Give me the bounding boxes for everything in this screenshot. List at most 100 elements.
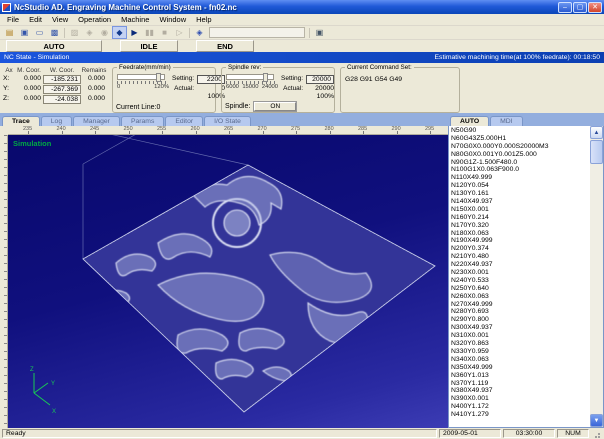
gcode-line[interactable]: N140X49.937 [451, 198, 589, 206]
gcode-line[interactable]: N210Y0.480 [451, 253, 589, 261]
ruler-tick [430, 131, 431, 134]
start-icon[interactable]: ▶ [127, 26, 142, 39]
work-coord-value[interactable]: -185.231 [43, 75, 81, 84]
status-num: NUM [557, 429, 589, 438]
feedrate-scale-min: 0 [117, 84, 120, 90]
scroll-thumb[interactable] [590, 140, 603, 164]
tab-i-o-state[interactable]: I/O State [204, 116, 251, 126]
gcode-line[interactable]: N230X0.001 [451, 269, 589, 277]
machine-coord-value: 0.000 [15, 75, 43, 84]
gcode-line[interactable]: N320Y0.863 [451, 340, 589, 348]
gcode-line[interactable]: N110X49.999 [451, 174, 589, 182]
gcode-line[interactable]: N300X49.937 [451, 324, 589, 332]
scroll-up-button[interactable]: ▲ [590, 126, 603, 139]
feedrate-slider[interactable] [117, 74, 165, 80]
wireframe-plot: Z Y X [8, 135, 448, 428]
cascade-windows-icon[interactable]: ▩ [47, 26, 62, 39]
help-topic-icon[interactable]: ▣ [312, 26, 327, 39]
menu-item-view[interactable]: View [47, 15, 73, 24]
menu-item-operation[interactable]: Operation [73, 15, 116, 24]
gcode-line[interactable]: N410Y1.279 [451, 411, 589, 419]
spindle-slider[interactable] [226, 74, 274, 80]
minimize-button[interactable]: – [558, 2, 572, 13]
tab-editor[interactable]: Editor [165, 116, 203, 126]
spindle-scale-label: 6000 [226, 84, 239, 90]
coordinate-panel: AxM. Coor.W. Coor.RemainsX:0.000-185.231… [3, 67, 107, 104]
menu-item-window[interactable]: Window [154, 15, 191, 24]
gcode-line[interactable]: N220X49.937 [451, 261, 589, 269]
gcode-line[interactable]: N260X0.063 [451, 293, 589, 301]
line-number-input[interactable] [209, 27, 305, 38]
gcode-line[interactable]: N390X0.001 [451, 395, 589, 403]
tab-log[interactable]: Log [41, 116, 72, 126]
gcode-line[interactable]: N160Y0.214 [451, 214, 589, 222]
simulation-label: Simulation [13, 139, 51, 148]
tile-windows-icon[interactable]: ▭ [32, 26, 47, 39]
close-button[interactable]: ✕ [588, 2, 602, 13]
gcode-line[interactable]: N360Y1.013 [451, 372, 589, 380]
tab-auto[interactable]: AUTO [450, 116, 489, 126]
gcode-line[interactable]: N130Y0.161 [451, 190, 589, 198]
nc-state-text: NC State - Simulation [4, 54, 69, 61]
tab-mdi[interactable]: MDI [490, 116, 522, 126]
machining-time-text: Estimative machining time(at 100% feedra… [435, 54, 600, 61]
gcode-line[interactable]: N70G0X0.000Y0.000S20000M3 [451, 143, 589, 151]
gcode-line[interactable]: N190X49.999 [451, 237, 589, 245]
gcode-line[interactable]: N80G0X0.001Y0.001Z5.000 [451, 151, 589, 159]
gcode-scrollbar[interactable]: ▲ ▼ [590, 126, 603, 427]
spindle-setting-label: Setting: [281, 75, 303, 84]
menu-item-help[interactable]: Help [191, 15, 216, 24]
open-file-icon[interactable]: ▤ [2, 26, 17, 39]
gcode-line[interactable]: N180X0.063 [451, 230, 589, 238]
gcode-line[interactable]: N310X0.001 [451, 332, 589, 340]
gcode-line[interactable]: N350X49.999 [451, 364, 589, 372]
gcode-line[interactable]: N380X49.937 [451, 387, 589, 395]
gcode-line[interactable]: N200Y0.374 [451, 245, 589, 253]
gcode-line[interactable]: N330Y0.959 [451, 348, 589, 356]
gcode-line[interactable]: N50G90 [451, 127, 589, 135]
simulation-canvas[interactable]: Simulation [8, 135, 448, 428]
mode-button-auto[interactable]: AUTO [6, 40, 102, 52]
mode-button-end[interactable]: END [196, 40, 254, 52]
spindle-on-button[interactable]: ON [254, 102, 296, 111]
resize-grip[interactable] [591, 429, 602, 438]
coord-header: Remains [81, 67, 107, 74]
gcode-line[interactable]: N280Y0.693 [451, 308, 589, 316]
tab-trace[interactable]: Trace [2, 116, 40, 126]
work-coord-value[interactable]: -24.038 [43, 95, 81, 104]
gcode-line[interactable]: N90G1Z-1.500F480.0 [451, 159, 589, 167]
tab-manager[interactable]: Manager [73, 116, 120, 126]
gcode-line[interactable]: N60G43Z5.000H1 [451, 135, 589, 143]
gcode-line[interactable]: N290Y0.800 [451, 316, 589, 324]
ruler-tick [28, 131, 29, 134]
gcode-line[interactable]: N340X0.063 [451, 356, 589, 364]
scroll-down-button[interactable]: ▼ [590, 414, 603, 427]
gcode-line[interactable]: N120Y0.054 [451, 182, 589, 190]
simulation-mode-icon[interactable]: ◆ [112, 26, 127, 39]
tab-params[interactable]: Params [121, 116, 164, 126]
menu-item-edit[interactable]: Edit [24, 15, 47, 24]
gcode-line[interactable]: N370Y1.119 [451, 380, 589, 388]
command-set-title: Current Command Set: [345, 64, 414, 71]
gcode-line[interactable]: N270X49.999 [451, 301, 589, 309]
spindle-setting-value[interactable]: 20000 [306, 75, 334, 84]
gcode-line[interactable]: N170Y0.320 [451, 222, 589, 230]
axis-label: X: [3, 75, 15, 84]
goto-breakpoint-icon[interactable]: ◈ [192, 26, 207, 39]
ruler-tick [330, 131, 331, 134]
work-coord-value[interactable]: -267.369 [43, 85, 81, 94]
gcode-list[interactable]: N50G90N60G43Z5.000H1N70G0X0.000Y0.000S20… [451, 127, 589, 427]
menu-item-machine[interactable]: Machine [116, 15, 154, 24]
gcode-line[interactable]: N100G1X0.063F900.0 [451, 166, 589, 174]
gcode-line[interactable]: N400Y1.172 [451, 403, 589, 411]
menu-item-file[interactable]: File [2, 15, 24, 24]
gcode-line[interactable]: N250Y0.640 [451, 285, 589, 293]
maximize-button[interactable]: ▢ [573, 2, 587, 13]
gcode-line[interactable]: N240Y0.533 [451, 277, 589, 285]
feedrate-slider-thumb[interactable] [156, 73, 161, 82]
gcode-line[interactable]: N150X0.001 [451, 206, 589, 214]
spindle-slider-thumb[interactable] [263, 73, 268, 82]
mode-button-idle[interactable]: IDLE [120, 40, 178, 52]
preview-icon[interactable]: ▣ [17, 26, 32, 39]
command-set-value: G28 G91 G54 G49 [345, 76, 456, 83]
